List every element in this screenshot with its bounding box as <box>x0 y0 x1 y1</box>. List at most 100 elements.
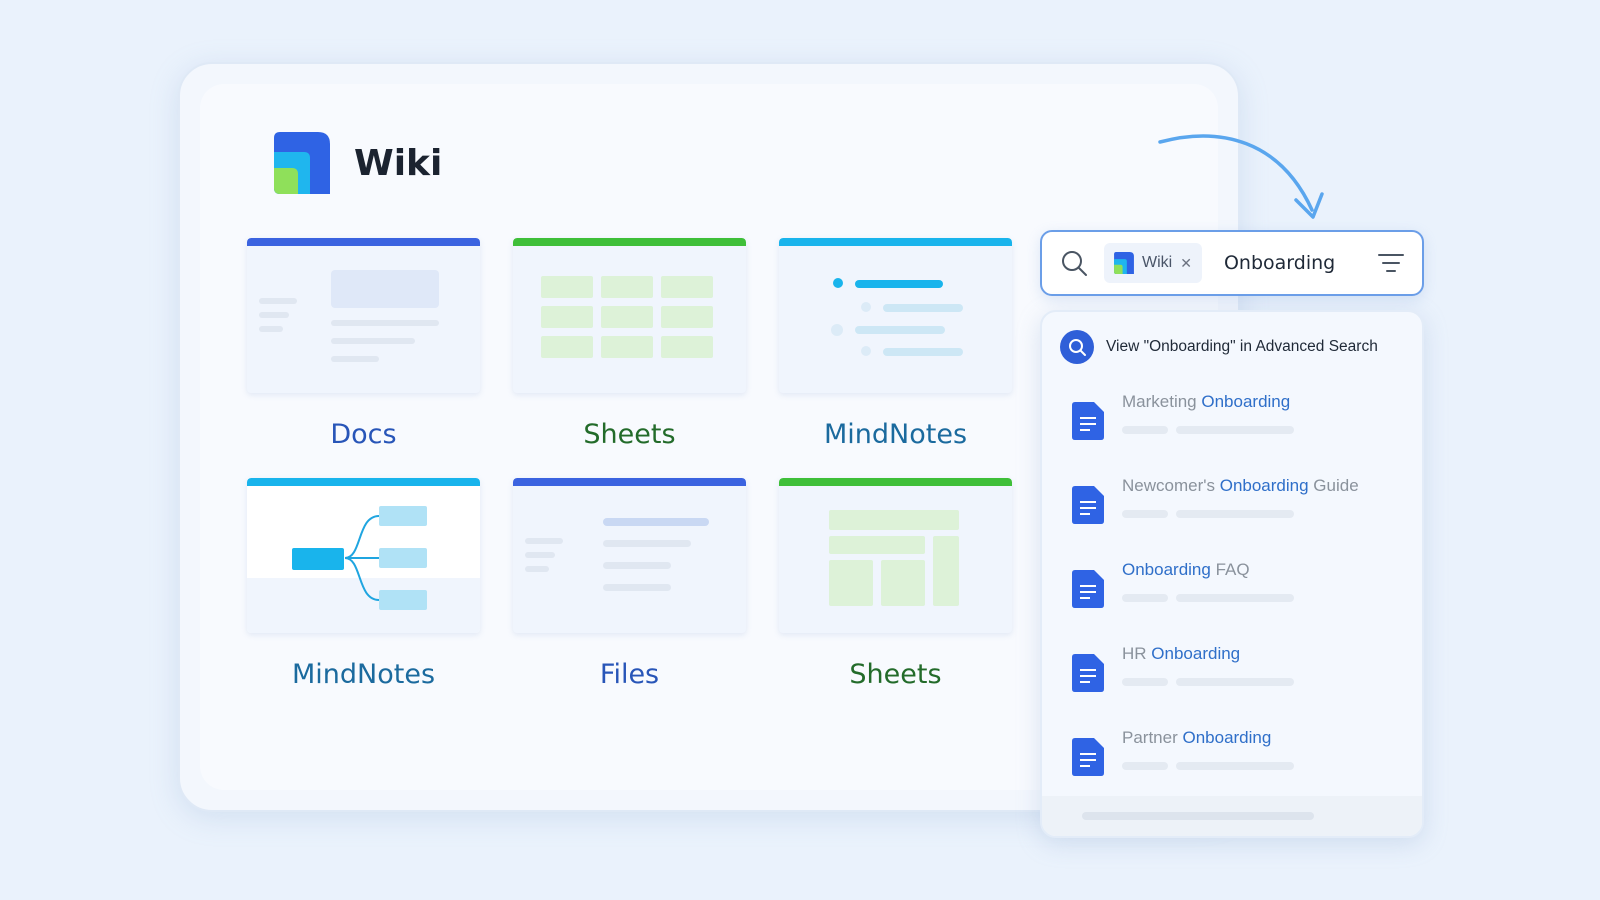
card-sheets-layout[interactable]: Sheets <box>779 478 1012 690</box>
bullet-dot <box>831 324 843 336</box>
card-mindnotes[interactable]: MindNotes <box>779 238 1012 450</box>
search-results-dropdown: View "Onboarding" in Advanced Search Mar… <box>1040 310 1424 838</box>
search-icon <box>1060 330 1094 364</box>
card-label: Sheets <box>583 419 676 450</box>
sheet-cell <box>661 276 713 298</box>
placeholder-line <box>1122 594 1168 602</box>
placeholder-line <box>1176 762 1294 770</box>
sheet-cell <box>541 276 593 298</box>
card-docs[interactable]: Docs <box>247 238 480 450</box>
placeholder-line <box>259 312 289 318</box>
placeholder-line <box>331 356 379 362</box>
placeholder-line <box>1122 762 1168 770</box>
card-thumbnail <box>779 238 1012 393</box>
placeholder-line <box>1176 594 1294 602</box>
close-icon[interactable]: ✕ <box>1180 255 1192 272</box>
result-title: Partner Onboarding <box>1122 728 1272 747</box>
placeholder-line <box>883 304 963 312</box>
bullet-dot <box>861 302 871 312</box>
sheet-cell <box>541 306 593 328</box>
placeholder-line <box>603 584 671 591</box>
sheet-cell <box>881 560 925 606</box>
placeholder-block <box>331 270 439 308</box>
document-icon <box>1072 570 1104 608</box>
placeholder-line <box>331 320 439 326</box>
document-icon <box>1072 654 1104 692</box>
sheet-cell <box>933 536 959 606</box>
curved-arrow-icon <box>1158 134 1324 219</box>
card-label: Sheets <box>849 659 942 690</box>
sheet-cell <box>829 536 925 554</box>
wiki-header: Wiki <box>274 132 442 194</box>
card-sheets[interactable]: Sheets <box>513 238 746 450</box>
card-thumbnail <box>513 238 746 393</box>
card-label: MindNotes <box>291 659 436 690</box>
sheet-cell <box>601 336 653 358</box>
card-files[interactable]: Files <box>513 478 746 690</box>
scope-chip-wiki[interactable]: Wiki ✕ <box>1104 243 1202 283</box>
result-title: Onboarding FAQ <box>1122 560 1250 579</box>
placeholder-line <box>1082 812 1314 820</box>
result-title: HR Onboarding <box>1122 644 1241 663</box>
result-item[interactable]: Newcomer's Onboarding Guide <box>1066 476 1406 546</box>
placeholder-line <box>259 298 297 304</box>
card-mindnotes-map[interactable]: MindNotes <box>247 478 480 690</box>
bullet-dot <box>833 278 843 288</box>
card-thumbnail <box>247 478 480 633</box>
sheet-cell <box>829 560 873 606</box>
card-color-bar <box>513 478 746 486</box>
placeholder-line <box>855 326 945 334</box>
filter-icon[interactable] <box>1376 250 1406 276</box>
placeholder-line <box>525 538 563 544</box>
result-title: Newcomer's Onboarding Guide <box>1122 476 1359 495</box>
card-thumbnail <box>779 478 1012 633</box>
advanced-search-link[interactable]: View "Onboarding" in Advanced Search <box>1060 330 1378 364</box>
placeholder-line <box>525 552 555 558</box>
result-item[interactable]: Onboarding FAQ <box>1066 560 1406 630</box>
placeholder-line <box>1176 426 1294 434</box>
card-color-bar <box>779 238 1012 246</box>
placeholder-line <box>525 566 549 572</box>
sheet-cell <box>541 336 593 358</box>
result-item[interactable]: Partner Onboarding <box>1066 728 1406 798</box>
card-color-bar <box>779 478 1012 486</box>
placeholder-line <box>331 338 415 344</box>
card-label: MindNotes <box>823 419 968 450</box>
result-item[interactable]: HR Onboarding <box>1066 644 1406 714</box>
mindmap-diagram <box>292 506 427 610</box>
sheet-cell <box>661 306 713 328</box>
document-icon <box>1072 402 1104 440</box>
card-thumbnail <box>513 478 746 633</box>
results-footer <box>1042 796 1422 836</box>
document-icon <box>1072 738 1104 776</box>
card-thumbnail <box>247 238 480 393</box>
placeholder-line <box>855 280 943 288</box>
scope-chip-label: Wiki <box>1142 254 1173 271</box>
placeholder-line <box>259 326 283 332</box>
placeholder-line <box>603 562 671 569</box>
page-title: Wiki <box>354 142 443 184</box>
card-color-bar <box>247 238 480 246</box>
document-icon <box>1072 486 1104 524</box>
search-bar[interactable]: Wiki ✕ Onboarding <box>1040 230 1424 296</box>
placeholder-line <box>1122 426 1168 434</box>
placeholder-line <box>883 348 963 356</box>
result-title: Marketing Onboarding <box>1122 392 1291 411</box>
card-color-bar <box>513 238 746 246</box>
wiki-logo-icon <box>1114 252 1134 274</box>
search-query[interactable]: Onboarding <box>1224 252 1335 274</box>
sheet-cell <box>829 510 959 530</box>
wiki-logo-icon <box>274 132 330 194</box>
sheet-cell <box>661 336 713 358</box>
search-icon <box>1062 251 1087 276</box>
placeholder-line <box>1122 510 1168 518</box>
placeholder-line <box>603 540 691 547</box>
bullet-dot <box>861 346 871 356</box>
placeholder-line <box>1176 678 1294 686</box>
result-item[interactable]: Marketing Onboarding <box>1066 392 1406 462</box>
card-label: Files <box>599 659 660 690</box>
placeholder-line <box>603 518 709 526</box>
sheet-cell <box>601 306 653 328</box>
placeholder-line <box>1176 510 1294 518</box>
sheet-cell <box>601 276 653 298</box>
